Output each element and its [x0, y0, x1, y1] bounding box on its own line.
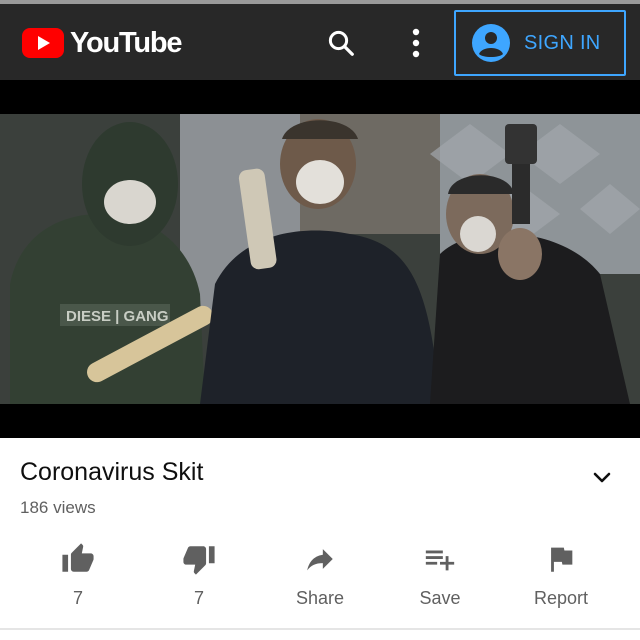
sign-in-label: SIGN IN — [524, 31, 601, 54]
flag-icon — [551, 547, 573, 572]
svg-text:DIESE | GANG: DIESE | GANG — [66, 308, 169, 325]
playlist-add-icon — [425, 550, 455, 571]
report-button[interactable]: Report — [501, 538, 621, 618]
like-button[interactable]: 7 — [18, 538, 138, 618]
thumb-up-icon — [62, 543, 94, 572]
youtube-logo-icon — [22, 28, 64, 58]
dislike-button[interactable]: 7 — [139, 538, 259, 618]
action-bar: 7 7 Share Save Report — [0, 538, 640, 618]
like-count: 7 — [72, 588, 83, 608]
video-title: Coronavirus Skit — [20, 458, 204, 486]
report-label: Report — [533, 588, 589, 608]
view-count: 186 views — [20, 498, 96, 517]
account-circle-icon — [472, 24, 510, 62]
play-triangle — [38, 36, 50, 50]
save-label: Save — [419, 588, 461, 608]
chevron-down-icon[interactable] — [590, 466, 614, 490]
share-label: Share — [295, 588, 345, 608]
search-icon[interactable] — [326, 28, 356, 58]
sign-in-button[interactable]: SIGN IN — [454, 10, 626, 76]
share-button[interactable]: Share — [260, 538, 380, 618]
video-player[interactable]: DIESE | GANG — [0, 80, 640, 438]
divider — [0, 628, 640, 630]
youtube-logo[interactable]: YouTube — [22, 26, 183, 60]
thumb-down-icon — [183, 546, 215, 575]
video-frame: DIESE | GANG — [0, 114, 640, 404]
more-vert-icon[interactable] — [402, 26, 430, 60]
video-thumbnail-image: DIESE | GANG — [0, 114, 640, 404]
app-header: YouTube SIGN IN — [0, 4, 640, 80]
share-arrow-icon — [307, 549, 333, 571]
save-button[interactable]: Save — [380, 538, 500, 618]
video-info-section: Coronavirus Skit 186 views 7 7 Share Sav… — [0, 438, 640, 640]
dislike-count: 7 — [193, 588, 204, 608]
logo-text: YouTube — [70, 26, 183, 59]
